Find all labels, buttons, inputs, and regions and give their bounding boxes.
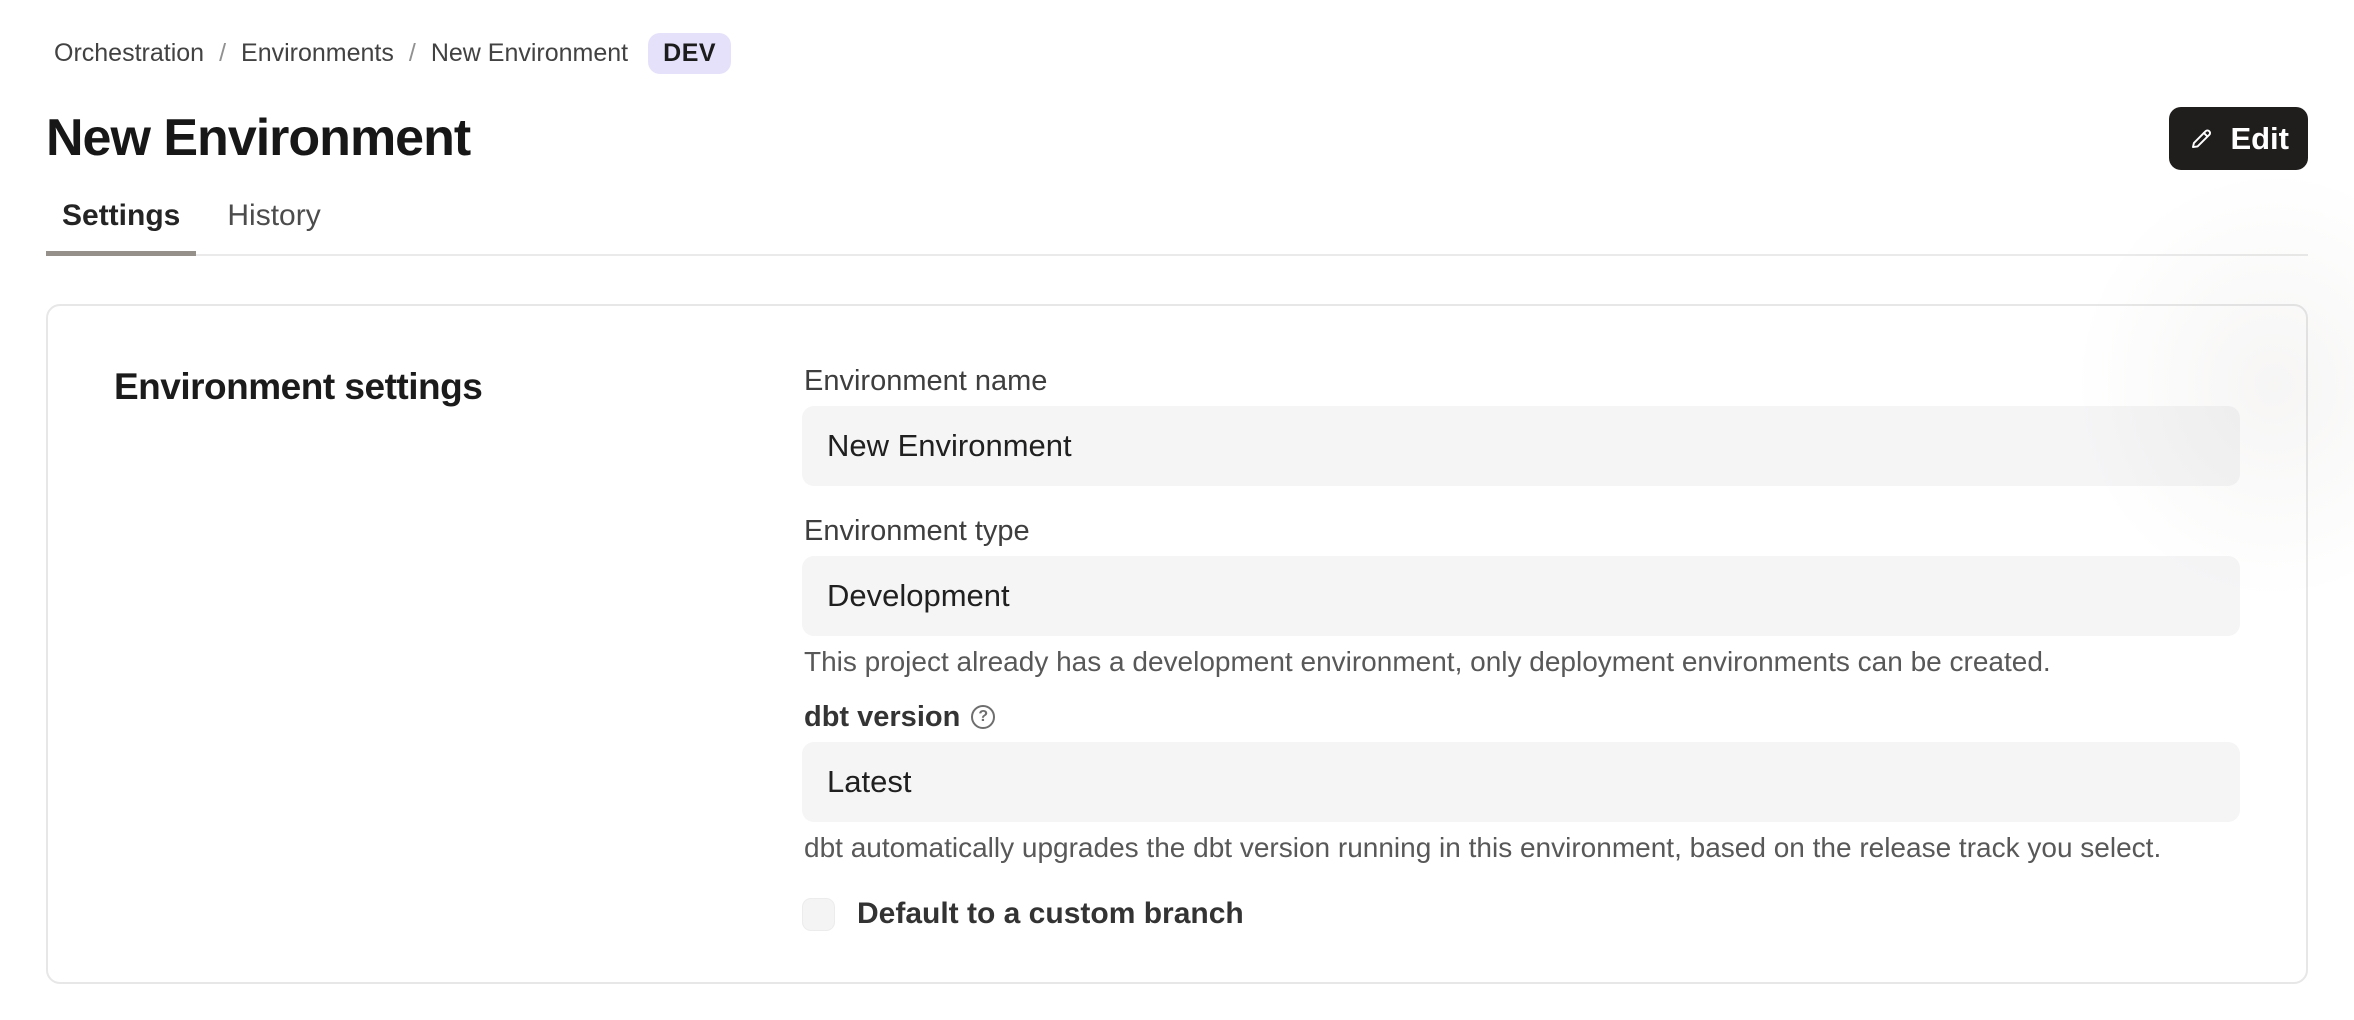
environment-name-field: Environment name [802, 366, 2240, 486]
dbt-version-input[interactable] [802, 742, 2240, 822]
breadcrumb: Orchestration / Environments / New Envir… [54, 0, 2308, 74]
tab-bar: Settings History [46, 199, 2308, 256]
environment-settings-page: Orchestration / Environments / New Envir… [0, 0, 2354, 1020]
custom-branch-row: Default to a custom branch [802, 897, 2240, 931]
environment-name-label: Environment name [804, 366, 2240, 396]
breadcrumb-separator: / [409, 39, 416, 68]
custom-branch-label[interactable]: Default to a custom branch [857, 897, 1244, 931]
environment-settings-card: Environment settings Environment name En… [46, 304, 2308, 984]
environment-type-input[interactable] [802, 556, 2240, 636]
breadcrumb-separator: / [219, 39, 226, 68]
edit-button-label: Edit [2230, 121, 2289, 157]
dbt-version-helper-text: dbt automatically upgrades the dbt versi… [804, 832, 2240, 864]
custom-branch-checkbox[interactable] [802, 898, 835, 931]
breadcrumb-item-environments[interactable]: Environments [241, 39, 394, 68]
environment-dev-badge: DEV [648, 33, 731, 74]
environment-type-field: Environment type This project already ha… [802, 516, 2240, 678]
breadcrumb-item-new-environment: New Environment [431, 39, 628, 68]
card-heading-column: Environment settings [114, 366, 802, 922]
tab-settings-label: Settings [62, 199, 180, 232]
pencil-icon [2188, 125, 2215, 152]
environment-settings-form: Environment name Environment type This p… [802, 366, 2240, 922]
tab-settings[interactable]: Settings [46, 199, 196, 254]
tab-history[interactable]: History [211, 199, 336, 254]
environment-type-label: Environment type [804, 516, 2240, 546]
dbt-version-field: dbt version ? dbt automatically upgrades… [802, 702, 2240, 864]
help-circle-icon[interactable]: ? [971, 705, 995, 729]
breadcrumb-item-orchestration[interactable]: Orchestration [54, 39, 204, 68]
dbt-version-label-text: dbt version [804, 702, 960, 732]
environment-type-helper-text: This project already has a development e… [804, 646, 2240, 678]
tab-history-label: History [227, 199, 320, 232]
page-title: New Environment [46, 110, 470, 167]
edit-button[interactable]: Edit [2169, 107, 2308, 170]
dbt-version-label: dbt version ? [804, 702, 2240, 732]
environment-name-input[interactable] [802, 406, 2240, 486]
page-header: New Environment Edit [46, 107, 2308, 170]
card-heading: Environment settings [114, 366, 802, 408]
